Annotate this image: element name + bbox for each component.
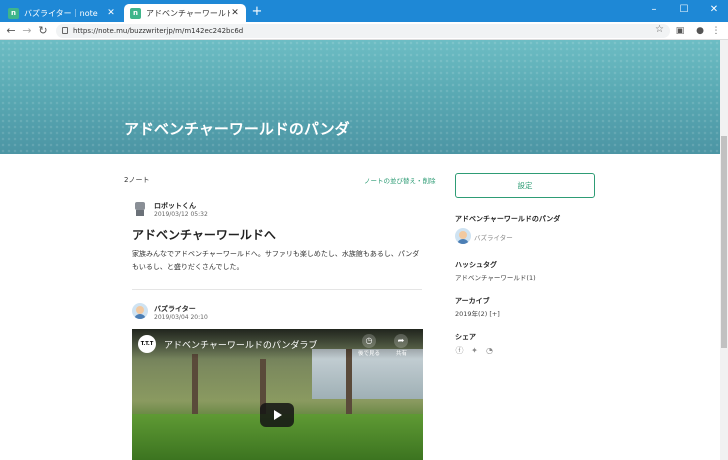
note-date: 2019/03/04 20:10 xyxy=(154,314,208,321)
robot-avatar[interactable] xyxy=(132,200,148,216)
note-title[interactable]: アドベンチャーワールドへ xyxy=(132,226,276,243)
avatar[interactable] xyxy=(132,303,148,319)
maximize-button[interactable]: ☐ xyxy=(670,2,698,18)
note-favicon-icon: n xyxy=(130,7,141,19)
tab-title: アドベンチャーワールドのパンダ｜バズライ xyxy=(146,8,230,18)
magazine-heading: アドベンチャーワールドのパンダ xyxy=(455,215,561,223)
channel-logo[interactable]: T.T.T xyxy=(138,335,156,353)
scrollbar-thumb[interactable] xyxy=(721,136,727,348)
magazine-title: アドベンチャーワールドのパンダ xyxy=(124,120,350,138)
close-tab-icon[interactable]: ✕ xyxy=(230,8,240,18)
tab-buzzwriter-note[interactable]: n バズライター｜note ✕ xyxy=(2,4,122,22)
forward-icon[interactable]: → xyxy=(20,24,34,38)
watch-later-label: 後で見る xyxy=(358,351,381,357)
close-window-button[interactable]: ✕ xyxy=(700,2,728,18)
note-author[interactable]: バズライター xyxy=(154,304,196,314)
divider xyxy=(132,289,422,290)
reorder-link[interactable]: ノートの並び替え・削除 xyxy=(364,175,436,185)
rss-icon[interactable]: ◔ xyxy=(485,346,494,355)
settings-button[interactable]: 設定 xyxy=(455,173,595,198)
extension-icon[interactable]: ▣ xyxy=(674,25,686,37)
facebook-icon[interactable]: ⓕ xyxy=(455,346,464,355)
hashtag-heading: ハッシュタグ xyxy=(455,261,497,269)
profile-icon[interactable]: ● xyxy=(694,25,706,37)
bookmark-star-icon[interactable]: ☆ xyxy=(655,24,664,35)
menu-icon[interactable]: ⋮ xyxy=(710,25,722,37)
page-scrollbar[interactable] xyxy=(720,40,728,460)
reload-icon[interactable]: ↻ xyxy=(36,24,50,38)
address-bar[interactable]: https://note.mu/buzzwriterjp/m/m142ec242… xyxy=(56,24,670,38)
tab-adventure-world-panda[interactable]: n アドベンチャーワールドのパンダ｜バズライ ✕ xyxy=(124,4,246,22)
note-favicon-icon: n xyxy=(8,7,19,19)
new-tab-button[interactable]: + xyxy=(250,5,264,19)
browser-toolbar: ← → ↻ https://note.mu/buzzwriterjp/m/m14… xyxy=(0,22,728,40)
archive-link[interactable]: 2019年(2) [+] xyxy=(455,308,500,318)
share-heading: シェア xyxy=(455,333,476,341)
share-arrow-icon[interactable]: ➦ xyxy=(394,334,408,348)
watch-later-icon[interactable]: ◷ xyxy=(362,334,376,348)
note-body: 家族みんなでアドベンチャーワールドへ。サファリも楽しめたし、水族館もあるし、パン… xyxy=(132,250,420,271)
hashtag-link[interactable]: アドベンチャーワールド(1) xyxy=(455,272,536,282)
note-count: 2ノート xyxy=(124,176,150,184)
play-button[interactable] xyxy=(260,403,294,427)
share-label: 共有 xyxy=(396,351,408,357)
browser-tab-bar: n バズライター｜note ✕ n アドベンチャーワールドのパンダ｜バズライ ✕… xyxy=(0,0,728,22)
minimize-button[interactable]: – xyxy=(640,2,668,18)
back-icon[interactable]: ← xyxy=(4,24,18,38)
owner-avatar[interactable] xyxy=(455,228,471,244)
archive-heading: アーカイブ xyxy=(455,297,490,305)
close-tab-icon[interactable]: ✕ xyxy=(106,8,116,18)
video-title[interactable]: アドベンチャーワールドのパンダラブ xyxy=(164,338,317,351)
twitter-icon[interactable]: ✦ xyxy=(470,346,479,355)
magazine-header: アドベンチャーワールドのパンダ xyxy=(0,40,720,154)
note-author[interactable]: ロボットくん xyxy=(154,201,196,211)
embedded-video[interactable]: T.T.T アドベンチャーワールドのパンダラブ ◷ 後で見る ➦ 共有 xyxy=(132,329,423,460)
url-text: https://note.mu/buzzwriterjp/m/m142ec242… xyxy=(73,27,244,35)
lock-icon xyxy=(62,27,68,34)
magazine-owner[interactable]: バズライター xyxy=(474,232,513,242)
note-date: 2019/03/12 05:32 xyxy=(154,211,208,218)
tab-title: バズライター｜note xyxy=(24,8,98,18)
